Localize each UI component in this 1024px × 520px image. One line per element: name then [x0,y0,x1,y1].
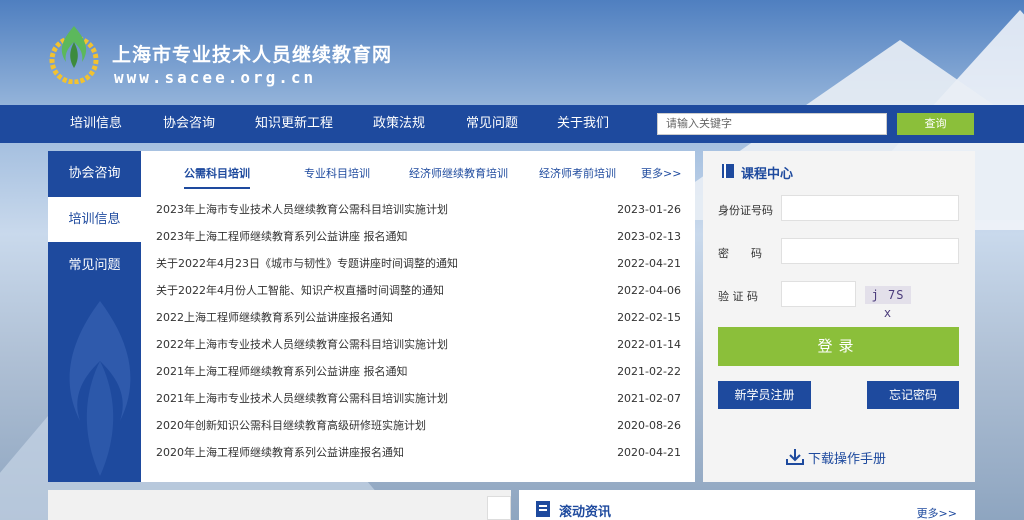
tab-professional-courses[interactable]: 专业科目培训 [304,165,370,181]
news-date: 2022-01-14 [617,338,681,351]
news-row[interactable]: 2020年创新知识公需科目继续教育高级研修班实施计划 2020-08-26 [156,412,681,439]
news-date: 2023-01-26 [617,203,681,216]
tab-economist-exam-prep[interactable]: 经济师考前培训 [539,165,616,181]
news-title[interactable]: 2021年上海市专业技术人员继续教育公需科目培训实施计划 [156,385,448,412]
sidebar: 协会咨询 培训信息 常见问题 [48,151,141,482]
book-icon [722,164,734,178]
news-date: 2021-02-07 [617,392,681,405]
scroll-news-title: 滚动资讯 [559,505,612,520]
news-row[interactable]: 关于2022年4月23日《城市与韧性》专题讲座时间调整的通知 2022-04-21 [156,250,681,277]
news-row[interactable]: 2021年上海工程师继续教育系列公益讲座 报名通知 2021-02-22 [156,358,681,385]
search-input[interactable]: 请输入关键字 [657,113,887,135]
news-row[interactable]: 2022上海工程师继续教育系列公益讲座报名通知 2022-02-15 [156,304,681,331]
news-date: 2021-02-22 [617,365,681,378]
news-row[interactable]: 2020年上海工程师继续教育系列公益讲座报名通知 2020-04-21 [156,439,681,466]
register-button[interactable]: 新学员注册 [718,381,811,409]
nav-item-association[interactable]: 协会咨询 [163,105,215,143]
news-title[interactable]: 2023年上海工程师继续教育系列公益讲座 报名通知 [156,223,408,250]
captcha-image[interactable]: j 7S x [865,286,911,320]
news-title[interactable]: 2023年上海市专业技术人员继续教育公需科目培训实施计划 [156,196,448,223]
news-row[interactable]: 关于2022年4月份人工智能、知识产权直播时间调整的通知 2022-04-06 [156,277,681,304]
nav-item-knowledge-update[interactable]: 知识更新工程 [255,105,333,143]
flame-decoration-icon [69,301,131,476]
site-title: 上海市专业技术人员继续教育网 [112,44,393,66]
news-row[interactable]: 2022年上海市专业技术人员继续教育公需科目培训实施计划 2022-01-14 [156,331,681,358]
sidebar-item-faq[interactable]: 常见问题 [48,243,141,288]
site-url: www.sacee.org.cn [114,68,317,87]
news-list-icon [536,501,550,517]
download-manual-link[interactable]: 下载操作手册 [808,448,886,467]
tab-public-courses[interactable]: 公需科目培训 [184,165,250,189]
news-title[interactable]: 2021年上海工程师继续教育系列公益讲座 报名通知 [156,358,408,385]
course-center-title: 课程中心 [741,167,794,182]
news-date: 2020-04-21 [617,446,681,459]
news-row[interactable]: 2023年上海工程师继续教育系列公益讲座 报名通知 2023-02-13 [156,223,681,250]
nav-item-training-info[interactable]: 培训信息 [70,105,122,143]
forgot-password-button[interactable]: 忘记密码 [867,381,959,409]
search-button[interactable]: 查询 [897,113,974,135]
nav-item-about-us[interactable]: 关于我们 [557,105,609,143]
sidebar-item-association[interactable]: 协会咨询 [48,151,141,196]
scroll-news-more-link[interactable]: 更多>> [917,505,957,520]
news-title[interactable]: 2022年上海市专业技术人员继续教育公需科目培训实施计划 [156,331,448,358]
site-logo-icon[interactable] [48,22,100,85]
captcha-label: 验 证 码 [718,290,758,303]
news-title[interactable]: 2020年上海工程师继续教育系列公益讲座报名通知 [156,439,404,466]
news-date: 2020-08-26 [617,419,681,432]
sidebar-item-training-info[interactable]: 培训信息 [48,197,141,242]
carousel-control[interactable] [487,496,511,520]
news-more-link[interactable]: 更多>> [641,165,681,181]
news-title[interactable]: 关于2022年4月23日《城市与韧性》专题讲座时间调整的通知 [156,250,458,277]
id-number-label: 身份证号码 [718,204,773,217]
login-button[interactable]: 登录 [718,327,959,366]
news-date: 2022-04-21 [617,257,681,270]
news-date: 2022-04-06 [617,284,681,297]
scroll-news-panel: 滚动资讯 更多>> [519,490,975,520]
news-title[interactable]: 2020年创新知识公需科目继续教育高级研修班实施计划 [156,412,426,439]
password-input[interactable] [781,238,959,264]
password-label: 密 码 [718,247,762,260]
news-date: 2022-02-15 [617,311,681,324]
news-title[interactable]: 关于2022年4月份人工智能、知识产权直播时间调整的通知 [156,277,444,304]
nav-item-policies[interactable]: 政策法规 [373,105,425,143]
news-title[interactable]: 2022上海工程师继续教育系列公益讲座报名通知 [156,304,393,331]
captcha-input[interactable] [781,281,856,307]
news-panel: 公需科目培训 专业科目培训 经济师继续教育培训 经济师考前培训 更多>> 202… [141,151,695,482]
news-row[interactable]: 2023年上海市专业技术人员继续教育公需科目培训实施计划 2023-01-26 [156,196,681,223]
tab-economist-education[interactable]: 经济师继续教育培训 [409,165,508,181]
news-date: 2023-02-13 [617,230,681,243]
id-number-input[interactable] [781,195,959,221]
bottom-left-panel [48,490,511,520]
login-panel: 课程中心 身份证号码 密 码 验 证 码 j 7S x 登录 新学员注册 忘记密… [703,151,975,482]
download-icon[interactable] [785,448,805,466]
header: 上海市专业技术人员继续教育网 www.sacee.org.cn [0,0,1024,105]
nav-item-faq[interactable]: 常见问题 [466,105,518,143]
news-row[interactable]: 2021年上海市专业技术人员继续教育公需科目培训实施计划 2021-02-07 [156,385,681,412]
